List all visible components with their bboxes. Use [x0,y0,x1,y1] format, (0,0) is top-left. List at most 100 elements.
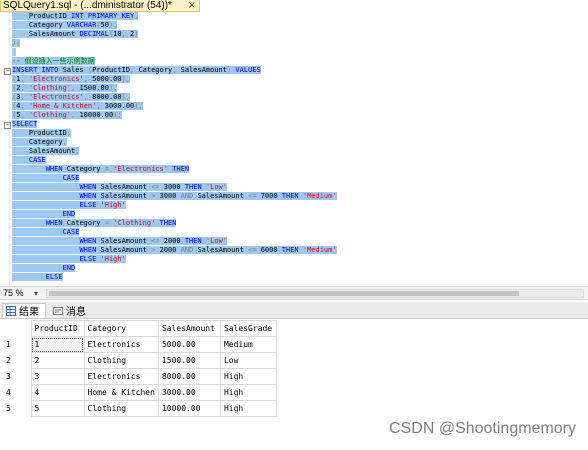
code-line[interactable]: CASE [12,156,46,165]
code-line[interactable]: WHEN SalesAmount <= 2000 THEN 'Low' [12,237,227,246]
cell-productid[interactable]: 5 [30,400,85,417]
code-line[interactable]: SELECT [12,120,38,129]
code-token: WHEN [45,165,67,173]
tab-sqlquery1[interactable]: SQLQuery1.sql - (...dministrator (54))* … [0,0,200,12]
code-line[interactable]: (3, 'Electronics', 8000.00), [12,93,131,102]
cell-salesgrade[interactable]: High [219,368,277,385]
row-number[interactable]: 2 [3,353,31,369]
code-line[interactable]: Category VARCHAR(50), [12,21,118,30]
table-row[interactable]: 4 4 Home & Kitchen 3000.00 High [3,384,277,401]
code-token: 3000 [163,183,185,191]
tab-messages[interactable]: 消息 [50,303,94,318]
code-line[interactable]: -- 假设插入一些示例数据 [12,57,95,66]
selected-text: Category VARCHAR(50), [12,21,118,29]
chevron-down-icon[interactable]: ▾ [34,288,38,299]
table-row[interactable]: 1 1 Electronics 5000.00 Medium [3,336,277,353]
cell-category[interactable]: Electronics [83,368,159,385]
code-token: , [20,93,29,101]
cell-productid[interactable]: 2 [30,352,85,369]
code-line[interactable]: WHEN Category = 'Electronics' THEN [12,165,190,174]
code-token: CASE [62,228,80,236]
table-row[interactable]: 5 5 Clothing 10000.00 High [3,400,277,417]
cell-productid[interactable]: 4 [30,384,85,401]
cell-category[interactable]: Home & Kitchen [83,384,159,401]
table-row[interactable]: 2 2 Clothing 1500.00 Low [3,352,277,369]
code-token: , [172,66,181,74]
code-line[interactable]: ELSE [12,273,63,282]
code-token: ); [113,111,122,119]
code-token: 'Electronics' [28,93,84,101]
cell-salesgrade[interactable]: High [219,384,277,401]
code-line[interactable]: WHEN SalesAmount > 2000 AND SalesAmount … [12,246,337,255]
code-token: 'Home & Kitchen' [28,102,97,110]
query-editor[interactable]: − − ProductID INT PRIMARY KEY, Category … [0,12,588,286]
table-row[interactable]: 3 3 Electronics 8000.00 High [3,368,277,385]
code-token: ); [12,39,21,47]
code-token: SalesAmount [197,192,249,200]
code-line[interactable]: (4, 'Home & Kitchen', 3000.00), [12,102,143,111]
code-line[interactable]: ); [12,39,21,48]
code-line[interactable]: (5, 'Clothing', 10000.00); [12,111,122,120]
code-token: SalesAmount [28,30,80,38]
cell-salesgrade[interactable]: High [219,400,277,417]
code-line[interactable]: Category, [12,138,67,147]
code-line[interactable]: CASE [12,174,80,183]
code-line[interactable]: WHEN Category = 'Clothing' THEN [12,219,177,228]
selected-text: ELSE 'High' [12,255,126,263]
code-line[interactable]: WHEN SalesAmount <= 3000 THEN 'Low' [12,183,227,192]
column-header[interactable]: SalesGrade [219,320,277,337]
row-number[interactable]: 5 [3,401,31,417]
code-line[interactable]: (1, 'Electronics', 5000.00), [12,75,131,84]
row-number[interactable]: 4 [3,385,31,401]
code-token: SalesAmount [28,147,76,155]
horizontal-scrollbar[interactable] [46,289,584,298]
code-line[interactable]: END [12,264,76,273]
cell-productid[interactable]: 3 [30,368,85,385]
code-token: 50 [100,21,109,29]
cell-salesamount[interactable]: 8000.00 [157,368,221,385]
corner-cell[interactable] [3,320,31,337]
code-line[interactable]: CASE [12,228,80,237]
code-line[interactable]: ELSE 'High' [12,201,126,210]
zoom-level[interactable]: 75 % [3,288,24,299]
code-token: Category [66,165,105,173]
code-line[interactable]: ProductID INT PRIMARY KEY, [12,12,139,21]
cell-salesamount[interactable]: 5000.00 [157,336,221,353]
code-line[interactable]: (2, 'Clothing', 1500.00), [12,84,118,93]
row-number[interactable]: 3 [3,369,31,385]
cell-salesamount[interactable]: 3000.00 [157,384,221,401]
collapse-toggle-icon[interactable]: − [4,68,11,75]
column-header[interactable]: ProductID [30,320,85,337]
code-line[interactable]: END [12,210,76,219]
tab-results[interactable]: 结果 [2,303,46,318]
code-token: , [121,30,131,38]
code-line[interactable]: SalesAmount DECIMAL(10, 2) [12,30,139,39]
cell-category[interactable]: Clothing [83,400,159,417]
cell-salesamount[interactable]: 1500.00 [157,352,221,369]
cell-category[interactable]: Clothing [83,352,159,369]
code-line[interactable]: WHEN SalesAmount > 3000 AND SalesAmount … [12,192,337,201]
code-token: ELSE [79,201,101,209]
code-line[interactable]: ProductID, [12,129,72,138]
cell-category[interactable]: Electronics [83,336,159,353]
column-header[interactable]: SalesAmount [157,320,221,337]
code-line[interactable]: INSERT INTO Sales (ProductID, Category, … [12,66,261,75]
cell-salesgrade[interactable]: Low [219,352,277,369]
code-line[interactable]: SalesAmount, [12,147,80,156]
code-line[interactable]: ELSE 'High' [12,255,126,264]
column-header[interactable]: Category [83,320,159,337]
tab-messages-label: 消息 [66,307,86,318]
cell-salesgrade[interactable]: Medium [219,336,277,353]
scrollbar-thumb[interactable] [49,291,519,296]
cell-productid[interactable]: 1 [30,336,85,353]
collapse-toggle-icon[interactable]: − [4,122,11,129]
row-number[interactable]: 1 [3,337,31,353]
close-icon[interactable]: × [188,0,196,11]
cell-salesamount[interactable]: 10000.00 [157,400,221,417]
code-token: 6000 [260,246,282,254]
code-line[interactable] [12,48,17,57]
